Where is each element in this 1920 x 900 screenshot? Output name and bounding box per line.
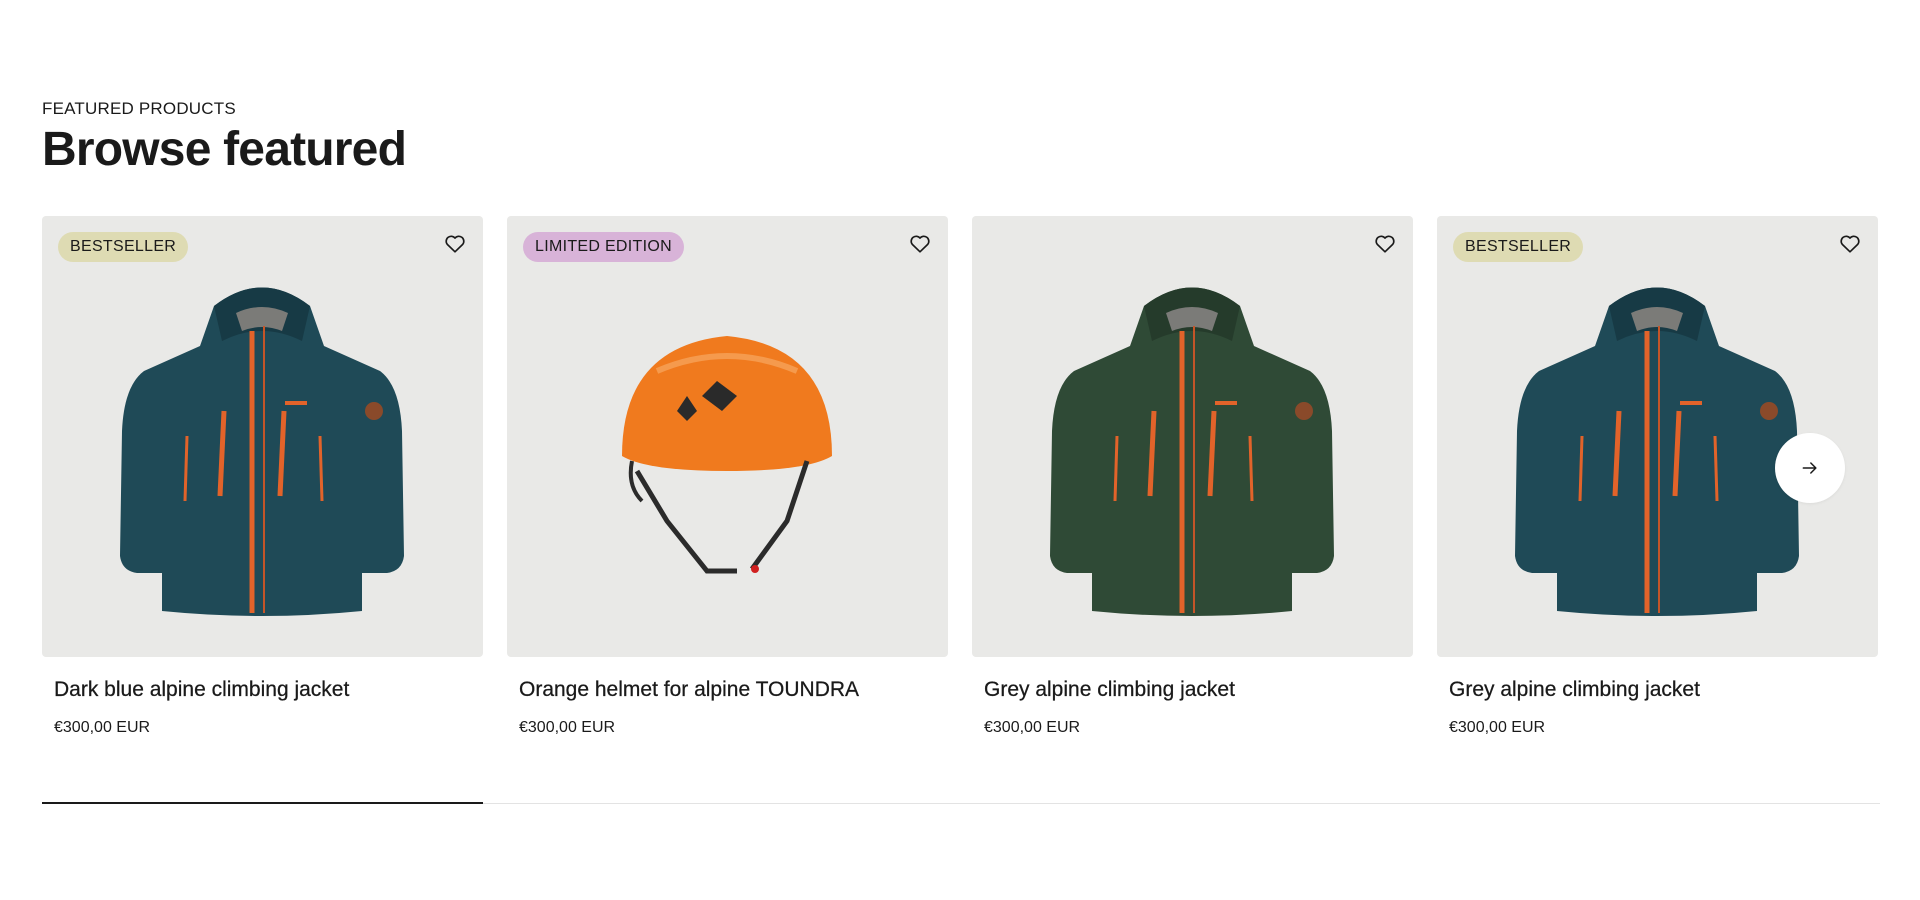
- product-price: €300,00 EUR: [1449, 719, 1546, 736]
- carousel-next-button[interactable]: [1775, 433, 1845, 503]
- product-media[interactable]: [972, 216, 1413, 657]
- featured-products-section: FEATURED PRODUCTS Browse featured BESTSE…: [42, 0, 1880, 900]
- favorite-button[interactable]: [1836, 230, 1864, 258]
- product-card[interactable]: BESTSELLER Dark blue alpine climbing jac…: [42, 216, 483, 736]
- product-image-jacket-blue: [120, 287, 404, 616]
- arrow-right-icon: [1802, 462, 1817, 474]
- carousel-scrollbar[interactable]: [42, 802, 1880, 804]
- section-eyebrow: FEATURED PRODUCTS: [42, 99, 236, 118]
- product-badge: BESTSELLER: [58, 232, 189, 262]
- product-card[interactable]: Grey alpine climbing jacket €300,00 EUR: [972, 216, 1413, 736]
- product-badge: BESTSELLER: [1453, 232, 1584, 262]
- product-image-helmet-orange: [622, 336, 832, 574]
- product-title[interactable]: Dark blue alpine climbing jacket: [54, 678, 350, 702]
- product-title[interactable]: Orange helmet for alpine TOUNDRA: [519, 678, 859, 702]
- product-media[interactable]: LIMITED EDITION: [507, 216, 948, 657]
- heart-outline-icon: [910, 235, 930, 253]
- product-title[interactable]: Grey alpine climbing jacket: [984, 678, 1235, 702]
- product-price: €300,00 EUR: [519, 719, 616, 736]
- heart-outline-icon: [1375, 235, 1395, 253]
- section-heading: Browse featured: [42, 123, 407, 176]
- product-carousel: BESTSELLER Dark blue alpine climbing jac…: [42, 216, 1880, 756]
- heart-outline-icon: [1840, 235, 1860, 253]
- product-image-jacket-green: [1050, 287, 1334, 616]
- product-badge: LIMITED EDITION: [523, 232, 684, 262]
- product-title[interactable]: Grey alpine climbing jacket: [1449, 678, 1700, 702]
- favorite-button[interactable]: [1371, 230, 1399, 258]
- product-price: €300,00 EUR: [984, 719, 1081, 736]
- heart-outline-icon: [445, 235, 465, 253]
- favorite-button[interactable]: [441, 230, 469, 258]
- carousel-scrollbar-thumb[interactable]: [42, 802, 484, 804]
- favorite-button[interactable]: [906, 230, 934, 258]
- product-price: €300,00 EUR: [54, 719, 151, 736]
- product-media[interactable]: BESTSELLER: [42, 216, 483, 657]
- product-card[interactable]: LIMITED EDITION Orange helmet for alpine…: [507, 216, 948, 736]
